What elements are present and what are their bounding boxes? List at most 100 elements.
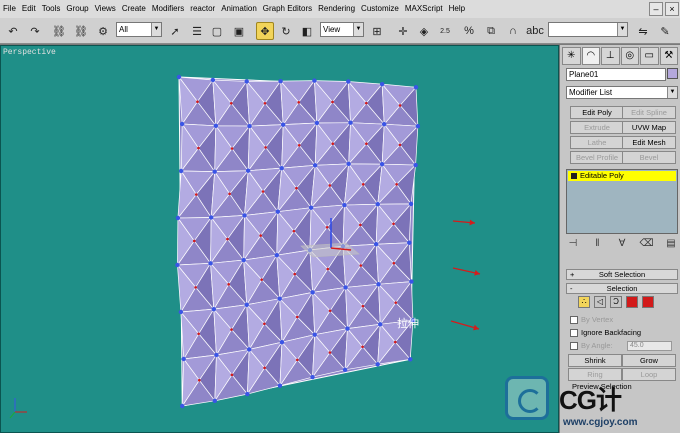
mesh-center-vertex[interactable] <box>331 100 334 104</box>
mesh-center-vertex[interactable] <box>197 332 200 336</box>
selection-filter-dropdown[interactable]: All ▼ <box>116 22 162 37</box>
minimize-icon[interactable]: – <box>649 2 663 16</box>
mesh-vertex[interactable] <box>310 290 315 295</box>
mesh-center-vertex[interactable] <box>361 304 365 308</box>
checkbox-box[interactable] <box>570 341 578 350</box>
reference-coordinate-dropdown[interactable]: View ▼ <box>320 22 364 37</box>
mesh-vertex[interactable] <box>178 168 184 174</box>
rectangular-selection-icon[interactable]: ▢ <box>208 22 226 40</box>
bind-to-space-warp-icon[interactable]: ⚙ <box>94 22 112 40</box>
menu-rendering[interactable]: Rendering <box>315 0 358 18</box>
object-color-swatch[interactable] <box>667 68 678 79</box>
mesh-vertex[interactable] <box>214 352 219 358</box>
mesh-vertex[interactable] <box>413 162 418 168</box>
mesh-vertex[interactable] <box>375 202 380 207</box>
by-vertex-checkbox[interactable]: By Vertex <box>570 315 613 324</box>
mesh-center-vertex[interactable] <box>259 234 262 237</box>
mesh-center-vertex[interactable] <box>325 225 329 229</box>
mesh-vertex[interactable] <box>407 240 412 245</box>
stack-item-editable-poly[interactable]: Editable Poly <box>568 171 676 181</box>
mesh-vertex[interactable] <box>413 85 419 90</box>
select-and-scale-icon[interactable]: ◧ <box>298 22 316 40</box>
mesh-center-vertex[interactable] <box>228 192 231 196</box>
mesh-vertex[interactable] <box>246 347 252 352</box>
modifier-list-dropdown[interactable]: Modifier List ▼ <box>566 86 678 99</box>
mesh-center-vertex[interactable] <box>227 283 230 286</box>
mesh-center-vertex[interactable] <box>328 184 332 187</box>
spinner-snap-icon[interactable]: ⧉ <box>482 22 500 40</box>
remove-modifier-icon[interactable]: ⌫ <box>640 238 654 254</box>
modifier-stack[interactable]: Editable Poly <box>566 169 678 234</box>
mesh-vertex[interactable] <box>375 362 380 367</box>
menu-file[interactable]: File <box>0 0 19 18</box>
mesh-center-vertex[interactable] <box>293 272 297 276</box>
mesh-vertex[interactable] <box>212 169 217 174</box>
mesh-vertex[interactable] <box>373 242 379 247</box>
mesh-vertex[interactable] <box>415 123 421 129</box>
mesh-vertex[interactable] <box>245 391 250 397</box>
mesh-vertex[interactable] <box>175 262 180 268</box>
mesh-center-vertex[interactable] <box>264 146 267 149</box>
select-object-icon[interactable]: ➚ <box>166 22 184 40</box>
window-crossing-icon[interactable]: ▣ <box>230 22 248 40</box>
mesh-center-vertex[interactable] <box>197 378 201 382</box>
mesh-vertex[interactable] <box>378 322 383 327</box>
polygon-level-icon[interactable] <box>626 296 638 308</box>
mesh-vertex[interactable] <box>379 161 385 167</box>
mesh-center-vertex[interactable] <box>197 146 200 150</box>
menu-help[interactable]: Help <box>446 0 468 18</box>
mesh-center-vertex[interactable] <box>263 102 267 105</box>
mesh-vertex[interactable] <box>179 121 185 127</box>
configure-sets-icon[interactable]: ▤ <box>664 238 678 254</box>
select-and-move-icon[interactable]: ✥ <box>256 22 274 40</box>
mesh-center-vertex[interactable] <box>230 373 234 377</box>
mesh-center-vertex[interactable] <box>359 223 362 227</box>
close-icon[interactable]: × <box>665 2 679 16</box>
menu-views[interactable]: Views <box>92 0 119 18</box>
mesh-vertex[interactable] <box>409 279 414 284</box>
mesh-vertex[interactable] <box>342 202 347 208</box>
mesh-vertex[interactable] <box>277 296 282 301</box>
perspective-viewport[interactable]: Perspective 拉伸 <box>0 45 559 433</box>
mesh-vertex[interactable] <box>208 261 213 266</box>
mesh-vertex[interactable] <box>279 340 285 345</box>
display-tab-icon[interactable]: ▭ <box>640 47 659 65</box>
mesh-vertex[interactable] <box>408 357 413 362</box>
menu-create[interactable]: Create <box>119 0 149 18</box>
mesh-center-vertex[interactable] <box>194 286 197 289</box>
bevel-profile-button[interactable]: Bevel Profile <box>570 151 624 164</box>
menu-graph-editors[interactable]: Graph Editors <box>260 0 315 18</box>
mesh-vertex[interactable] <box>382 121 387 127</box>
mesh-center-vertex[interactable] <box>263 322 266 326</box>
mesh-vertex[interactable] <box>345 326 350 331</box>
mesh-vertex[interactable] <box>376 282 381 287</box>
mesh-vertex[interactable] <box>212 398 218 404</box>
mesh-center-vertex[interactable] <box>295 358 299 362</box>
percent-snap-icon[interactable]: % <box>460 22 478 40</box>
mesh-vertex[interactable] <box>312 332 317 337</box>
ignore-backfacing-checkbox[interactable]: Ignore Backfacing <box>570 328 641 337</box>
mesh-center-vertex[interactable] <box>328 351 332 354</box>
hierarchy-tab-icon[interactable]: ⊥ <box>601 47 620 65</box>
select-and-manipulate-icon[interactable]: ✛ <box>394 22 412 40</box>
pivot-center-icon[interactable]: ⊞ <box>368 22 386 40</box>
mesh-vertex[interactable] <box>277 383 283 388</box>
mesh-center-vertex[interactable] <box>230 147 234 150</box>
mesh-center-vertex[interactable] <box>263 366 266 370</box>
mesh-vertex[interactable] <box>213 123 219 129</box>
mesh-center-vertex[interactable] <box>297 143 301 147</box>
menu-edit[interactable]: Edit <box>19 0 39 18</box>
mesh-vertex[interactable] <box>242 213 247 218</box>
mesh-vertex[interactable] <box>176 74 182 80</box>
bevel-button[interactable]: Bevel <box>622 151 676 164</box>
named-selection-sets-dropdown[interactable]: ▼ <box>548 22 628 37</box>
mesh-vertex[interactable] <box>210 77 216 83</box>
mesh-center-vertex[interactable] <box>361 183 365 186</box>
edit-mesh-button[interactable]: Edit Mesh <box>622 136 676 149</box>
by-angle-checkbox[interactable]: By Angle: <box>570 341 613 350</box>
extrude-button[interactable]: Extrude <box>570 121 624 134</box>
mesh-vertex[interactable] <box>312 78 317 83</box>
mesh-center-vertex[interactable] <box>326 267 330 271</box>
angle-snap-icon[interactable]: 2.5 <box>436 22 454 40</box>
mesh-center-vertex[interactable] <box>331 142 335 146</box>
